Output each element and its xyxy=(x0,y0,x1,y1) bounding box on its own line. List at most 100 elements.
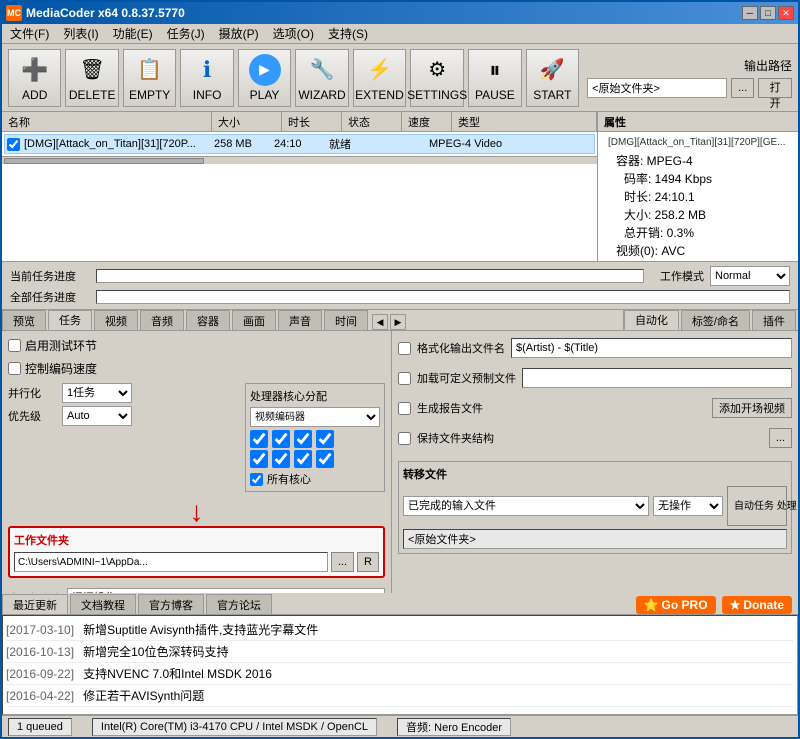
info-icon: ℹ xyxy=(191,54,223,86)
info-button[interactable]: ℹ INFO xyxy=(180,49,233,107)
output-path-input[interactable] xyxy=(587,78,727,98)
work-dir-r-button[interactable]: R xyxy=(357,552,379,572)
load-preset-row: 加载可定义预制文件 xyxy=(398,367,792,389)
window-title: MediaCoder x64 0.8.37.5770 xyxy=(26,6,185,20)
work-mode-select[interactable]: Normal xyxy=(710,266,790,286)
prop-encoder: 编码器: avc1 xyxy=(600,260,796,261)
test-env-checkbox[interactable] xyxy=(8,339,21,352)
work-dir-input[interactable] xyxy=(14,552,328,572)
load-preset-input[interactable] xyxy=(522,368,792,388)
col-header-duration: 时长 xyxy=(282,112,342,131)
parallel-label: 并行化 xyxy=(8,385,56,401)
tab-next-button[interactable]: ▶ xyxy=(390,314,406,330)
format-filename-checkbox[interactable] xyxy=(398,342,411,355)
tab-prev-button[interactable]: ◀ xyxy=(372,314,388,330)
menu-task[interactable]: 任务(J) xyxy=(161,23,211,44)
tab-audio[interactable]: 音频 xyxy=(140,310,184,330)
titlebar-left: MC MediaCoder x64 0.8.37.5770 xyxy=(6,5,185,21)
pause-button[interactable]: ⏸ PAUSE xyxy=(468,49,521,107)
news-text-2: 新增完全10位色深转码支持 xyxy=(83,645,228,659)
tab-picture[interactable]: 画面 xyxy=(232,310,276,330)
parallel-select[interactable]: 1任务 xyxy=(62,383,132,403)
settings-button[interactable]: ⚙ SETTINGS xyxy=(410,49,464,107)
cpu-core-8[interactable] xyxy=(316,450,334,468)
tab-automation[interactable]: 自动化 xyxy=(624,310,679,330)
transfer-from-select[interactable]: 已完成的输入文件 xyxy=(403,496,649,516)
tab-sound[interactable]: 声音 xyxy=(278,310,322,330)
prop-video: 视频(0): AVC xyxy=(600,242,796,260)
priority-select[interactable]: Auto xyxy=(62,406,132,426)
cpu-encoder-select[interactable]: 视频编码器 xyxy=(250,407,380,427)
file-checkbox[interactable] xyxy=(7,138,20,151)
cpu-core-3[interactable] xyxy=(294,430,312,448)
close-button[interactable]: ✕ xyxy=(778,6,794,20)
delete-icon: 🗑 xyxy=(76,54,108,86)
properties-tree: [DMG][Attack_on_Titan][31][720P][GE... 容… xyxy=(598,132,798,261)
output-browse-button[interactable]: ... xyxy=(731,78,754,98)
keep-folder-browse-button[interactable]: ... xyxy=(769,428,792,448)
tab-preview[interactable]: 预览 xyxy=(2,310,46,330)
wizard-icon: 🔧 xyxy=(306,54,338,86)
play-button[interactable]: ▶ PLAY xyxy=(238,49,291,107)
control-encode-checkbox[interactable] xyxy=(8,362,21,375)
gen-report-checkbox[interactable] xyxy=(398,402,411,415)
menu-play[interactable]: 摄放(P) xyxy=(213,23,265,44)
tab-forum[interactable]: 官方论坛 xyxy=(206,594,272,614)
tab-recent-updates[interactable]: 最近更新 xyxy=(2,594,68,614)
go-pro-button[interactable]: ⭐ Go PRO xyxy=(636,596,716,614)
menu-support[interactable]: 支持(S) xyxy=(322,23,374,44)
load-preset-checkbox[interactable] xyxy=(398,372,411,385)
settings-icon: ⚙ xyxy=(421,54,453,86)
output-open-button[interactable]: 打开 xyxy=(758,78,792,98)
transfer-label: 转移文件 xyxy=(403,466,787,482)
tab-docs[interactable]: 文档教程 xyxy=(70,594,136,614)
list-item: [2016-04-22] 修正若干AVISynth问题 xyxy=(6,685,794,707)
table-row[interactable]: [DMG][Attack_on_Titan][31][720P... 258 M… xyxy=(4,134,595,154)
work-dir-section: 工作文件夹 ... R xyxy=(8,526,385,578)
cpu-core-2[interactable] xyxy=(272,430,290,448)
cpu-core-4[interactable] xyxy=(316,430,334,448)
auto-process-button[interactable]: 自动任务 处理 xyxy=(727,486,787,526)
maximize-button[interactable]: □ xyxy=(760,6,776,20)
tab-task[interactable]: 任务 xyxy=(48,310,92,330)
menu-function[interactable]: 功能(E) xyxy=(107,23,159,44)
all-cores-checkbox[interactable] xyxy=(250,473,263,486)
menu-options[interactable]: 选项(O) xyxy=(267,23,320,44)
cpu-section-label: 处理器核心分配 xyxy=(250,388,380,404)
format-filename-input[interactable] xyxy=(511,338,792,358)
transfer-op-select[interactable]: 无操作 xyxy=(653,496,723,516)
tab-tags[interactable]: 标签/命名 xyxy=(681,310,750,330)
cpu-core-1[interactable] xyxy=(250,430,268,448)
add-button[interactable]: ➕ ADD xyxy=(8,49,61,107)
delete-button[interactable]: 🗑 DELETE xyxy=(65,49,118,107)
extend-button[interactable]: ⚡ EXTEND xyxy=(353,49,406,107)
main-content: 启用测试环节 控制编码速度 并行化 1任务 xyxy=(2,331,798,593)
work-dir-browse-button[interactable]: ... xyxy=(331,552,354,572)
donate-button[interactable]: ★ Donate xyxy=(722,596,792,614)
wizard-button[interactable]: 🔧 WIZARD xyxy=(295,49,348,107)
empty-icon: 📋 xyxy=(134,54,166,86)
keep-folder-checkbox[interactable] xyxy=(398,432,411,445)
start-button[interactable]: 🚀 START xyxy=(526,49,579,107)
tab-plugins[interactable]: 插件 xyxy=(752,310,796,330)
tab-time[interactable]: 时间 xyxy=(324,310,368,330)
properties-header: 属性 xyxy=(598,112,798,132)
cpu-core-6[interactable] xyxy=(272,450,290,468)
add-opening-video-button[interactable]: 添加开场视频 xyxy=(712,398,792,418)
transfer-dest-input[interactable] xyxy=(403,529,787,549)
col-header-name: 名称 xyxy=(2,112,212,131)
tab-video[interactable]: 视频 xyxy=(94,310,138,330)
cpu-core-5[interactable] xyxy=(250,450,268,468)
menu-list[interactable]: 列表(I) xyxy=(57,23,104,44)
add-label: ADD xyxy=(22,88,47,102)
cpu-core-7[interactable] xyxy=(294,450,312,468)
menu-file[interactable]: 文件(F) xyxy=(4,23,55,44)
col-header-size: 大小 xyxy=(212,112,282,131)
file-duration: 24:10 xyxy=(270,138,325,150)
tab-container[interactable]: 容器 xyxy=(186,310,230,330)
tab-blog[interactable]: 官方博客 xyxy=(138,594,204,614)
minimize-button[interactable]: ─ xyxy=(742,6,758,20)
empty-button[interactable]: 📋 EMPTY xyxy=(123,49,176,107)
horizontal-scrollbar[interactable] xyxy=(2,156,597,164)
prop-title: [DMG][Attack_on_Titan][31][720P][GE... xyxy=(600,134,796,152)
